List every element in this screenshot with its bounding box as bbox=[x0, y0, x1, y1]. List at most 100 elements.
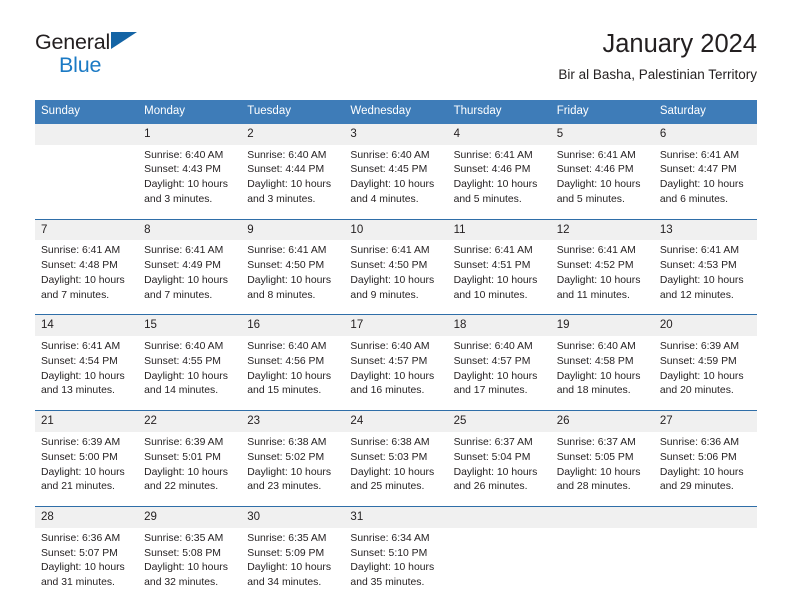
day-number[interactable]: 15 bbox=[138, 315, 241, 336]
day-cell: Sunrise: 6:40 AM Sunset: 4:45 PM Daylight:… bbox=[344, 145, 447, 219]
day-number[interactable]: 29 bbox=[138, 507, 241, 528]
day-number-row: 7 8 9 10 11 12 13 bbox=[35, 219, 757, 241]
day-number[interactable]: 4 bbox=[448, 124, 551, 145]
day-number[interactable]: 2 bbox=[241, 124, 344, 145]
daylight-duration-line1: Daylight: 10 hours bbox=[453, 179, 538, 191]
triangle-icon bbox=[111, 32, 137, 49]
day-number[interactable]: 13 bbox=[654, 220, 757, 241]
day-detail-row: Sunrise: 6:36 AM Sunset: 5:07 PM Daylight:… bbox=[35, 527, 757, 602]
day-number[interactable]: 16 bbox=[241, 315, 344, 336]
sunset-time: Sunset: 4:51 PM bbox=[453, 260, 531, 272]
sunrise-time: Sunrise: 6:39 AM bbox=[41, 436, 121, 448]
sunrise-time: Sunrise: 6:41 AM bbox=[556, 149, 636, 161]
daylight-duration-line2: and 16 minutes. bbox=[350, 385, 425, 397]
day-cell: Sunrise: 6:40 AM Sunset: 4:57 PM Daylight:… bbox=[344, 336, 447, 410]
day-cell: Sunrise: 6:39 AM Sunset: 5:01 PM Daylight:… bbox=[138, 432, 241, 506]
daylight-duration-line1: Daylight: 10 hours bbox=[247, 466, 332, 478]
day-number-empty bbox=[448, 507, 551, 528]
day-number[interactable]: 17 bbox=[344, 315, 447, 336]
day-number[interactable]: 14 bbox=[35, 315, 138, 336]
sunrise-time: Sunrise: 6:37 AM bbox=[556, 436, 636, 448]
daylight-duration-line2: and 6 minutes. bbox=[659, 193, 729, 205]
sunset-time: Sunset: 4:46 PM bbox=[453, 164, 531, 176]
day-cell: Sunrise: 6:40 AM Sunset: 4:57 PM Daylight:… bbox=[448, 336, 551, 410]
daylight-duration-line2: and 25 minutes. bbox=[350, 481, 425, 493]
daylight-duration-line1: Daylight: 10 hours bbox=[350, 466, 435, 478]
day-cell-empty bbox=[551, 528, 654, 602]
daylight-duration-line2: and 5 minutes. bbox=[556, 193, 625, 205]
day-number[interactable]: 5 bbox=[551, 124, 654, 145]
daylight-duration-line1: Daylight: 10 hours bbox=[144, 274, 228, 286]
day-number[interactable]: 11 bbox=[448, 220, 551, 241]
daylight-duration-line2: and 8 minutes. bbox=[247, 289, 316, 301]
day-number[interactable]: 24 bbox=[344, 411, 447, 432]
daylight-duration-line2: and 17 minutes. bbox=[453, 385, 528, 397]
daylight-duration-line1: Daylight: 10 hours bbox=[41, 370, 125, 382]
day-number[interactable]: 10 bbox=[344, 220, 447, 241]
day-cell: Sunrise: 6:39 AM Sunset: 5:00 PM Daylight:… bbox=[35, 432, 138, 506]
day-number-empty bbox=[35, 124, 138, 145]
daylight-duration-line1: Daylight: 10 hours bbox=[144, 179, 228, 191]
daylight-duration-line1: Daylight: 10 hours bbox=[144, 466, 228, 478]
daylight-duration-line1: Daylight: 10 hours bbox=[41, 466, 125, 478]
sunset-time: Sunset: 4:52 PM bbox=[556, 260, 634, 272]
sunrise-time: Sunrise: 6:34 AM bbox=[350, 532, 430, 544]
day-number[interactable]: 27 bbox=[654, 411, 757, 432]
day-cell: Sunrise: 6:38 AM Sunset: 5:02 PM Daylight:… bbox=[241, 432, 344, 506]
calendar-week-row: 1 2 3 4 5 6 Sunrise: 6:40 AM Sunset: 4:43 PM Day… bbox=[35, 123, 757, 219]
day-cell: Sunrise: 6:34 AM Sunset: 5:10 PM Daylight:… bbox=[344, 528, 447, 602]
sunrise-time: Sunrise: 6:35 AM bbox=[144, 532, 224, 544]
daylight-duration-line1: Daylight: 10 hours bbox=[247, 274, 332, 286]
day-number[interactable]: 3 bbox=[344, 124, 447, 145]
sunrise-time: Sunrise: 6:40 AM bbox=[453, 341, 533, 353]
page-header: General Blue January 2024 Bir al Basha, … bbox=[0, 0, 792, 100]
daylight-duration-line1: Daylight: 10 hours bbox=[350, 179, 435, 191]
sunrise-time: Sunrise: 6:35 AM bbox=[247, 532, 327, 544]
day-number[interactable]: 26 bbox=[551, 411, 654, 432]
day-number[interactable]: 25 bbox=[448, 411, 551, 432]
day-cell: Sunrise: 6:41 AM Sunset: 4:49 PM Daylight:… bbox=[138, 240, 241, 314]
day-cell-empty bbox=[35, 145, 138, 219]
sunrise-time: Sunrise: 6:38 AM bbox=[350, 436, 430, 448]
day-number[interactable]: 1 bbox=[138, 124, 241, 145]
daylight-duration-line2: and 29 minutes. bbox=[659, 481, 734, 493]
day-number[interactable]: 23 bbox=[241, 411, 344, 432]
day-number[interactable]: 6 bbox=[654, 124, 757, 145]
sunrise-time: Sunrise: 6:41 AM bbox=[453, 245, 533, 257]
sunset-time: Sunset: 4:54 PM bbox=[41, 355, 118, 367]
day-number[interactable]: 20 bbox=[654, 315, 757, 336]
daylight-duration-line2: and 14 minutes. bbox=[144, 385, 219, 397]
day-number[interactable]: 31 bbox=[344, 507, 447, 528]
daylight-duration-line2: and 21 minutes. bbox=[41, 481, 115, 493]
day-number[interactable]: 9 bbox=[241, 220, 344, 241]
day-number[interactable]: 8 bbox=[138, 220, 241, 241]
day-number[interactable]: 30 bbox=[241, 507, 344, 528]
weekday-header-thursday: Thursday bbox=[453, 105, 502, 117]
sunset-time: Sunset: 4:59 PM bbox=[659, 355, 737, 367]
day-number[interactable]: 28 bbox=[35, 507, 138, 528]
general-blue-logo[interactable]: General Blue bbox=[35, 28, 175, 88]
sunrise-time: Sunrise: 6:39 AM bbox=[144, 436, 224, 448]
sunset-time: Sunset: 4:45 PM bbox=[350, 164, 428, 176]
daylight-duration-line1: Daylight: 10 hours bbox=[350, 274, 435, 286]
sunset-time: Sunset: 4:50 PM bbox=[247, 260, 325, 272]
weekday-header-wednesday: Wednesday bbox=[350, 105, 411, 117]
day-number[interactable]: 21 bbox=[35, 411, 138, 432]
day-number[interactable]: 7 bbox=[35, 220, 138, 241]
day-cell: Sunrise: 6:41 AM Sunset: 4:48 PM Daylight:… bbox=[35, 240, 138, 314]
day-number[interactable]: 19 bbox=[551, 315, 654, 336]
daylight-duration-line1: Daylight: 10 hours bbox=[556, 466, 641, 478]
calendar-grid: Sunday Monday Tuesday Wednesday Thursday… bbox=[35, 100, 757, 602]
daylight-duration-line2: and 35 minutes. bbox=[350, 577, 425, 589]
daylight-duration-line2: and 5 minutes. bbox=[453, 193, 522, 205]
day-number[interactable]: 22 bbox=[138, 411, 241, 432]
day-cell: Sunrise: 6:37 AM Sunset: 5:05 PM Daylight:… bbox=[551, 432, 654, 506]
daylight-duration-line1: Daylight: 10 hours bbox=[350, 562, 435, 574]
day-number[interactable]: 18 bbox=[448, 315, 551, 336]
sunrise-time: Sunrise: 6:41 AM bbox=[453, 149, 533, 161]
day-number[interactable]: 12 bbox=[551, 220, 654, 241]
page-subtitle: Bir al Basha, Palestinian Territory bbox=[558, 67, 757, 83]
daylight-duration-line2: and 3 minutes. bbox=[144, 193, 213, 205]
sunset-time: Sunset: 5:06 PM bbox=[659, 451, 737, 463]
daylight-duration-line2: and 4 minutes. bbox=[350, 193, 419, 205]
